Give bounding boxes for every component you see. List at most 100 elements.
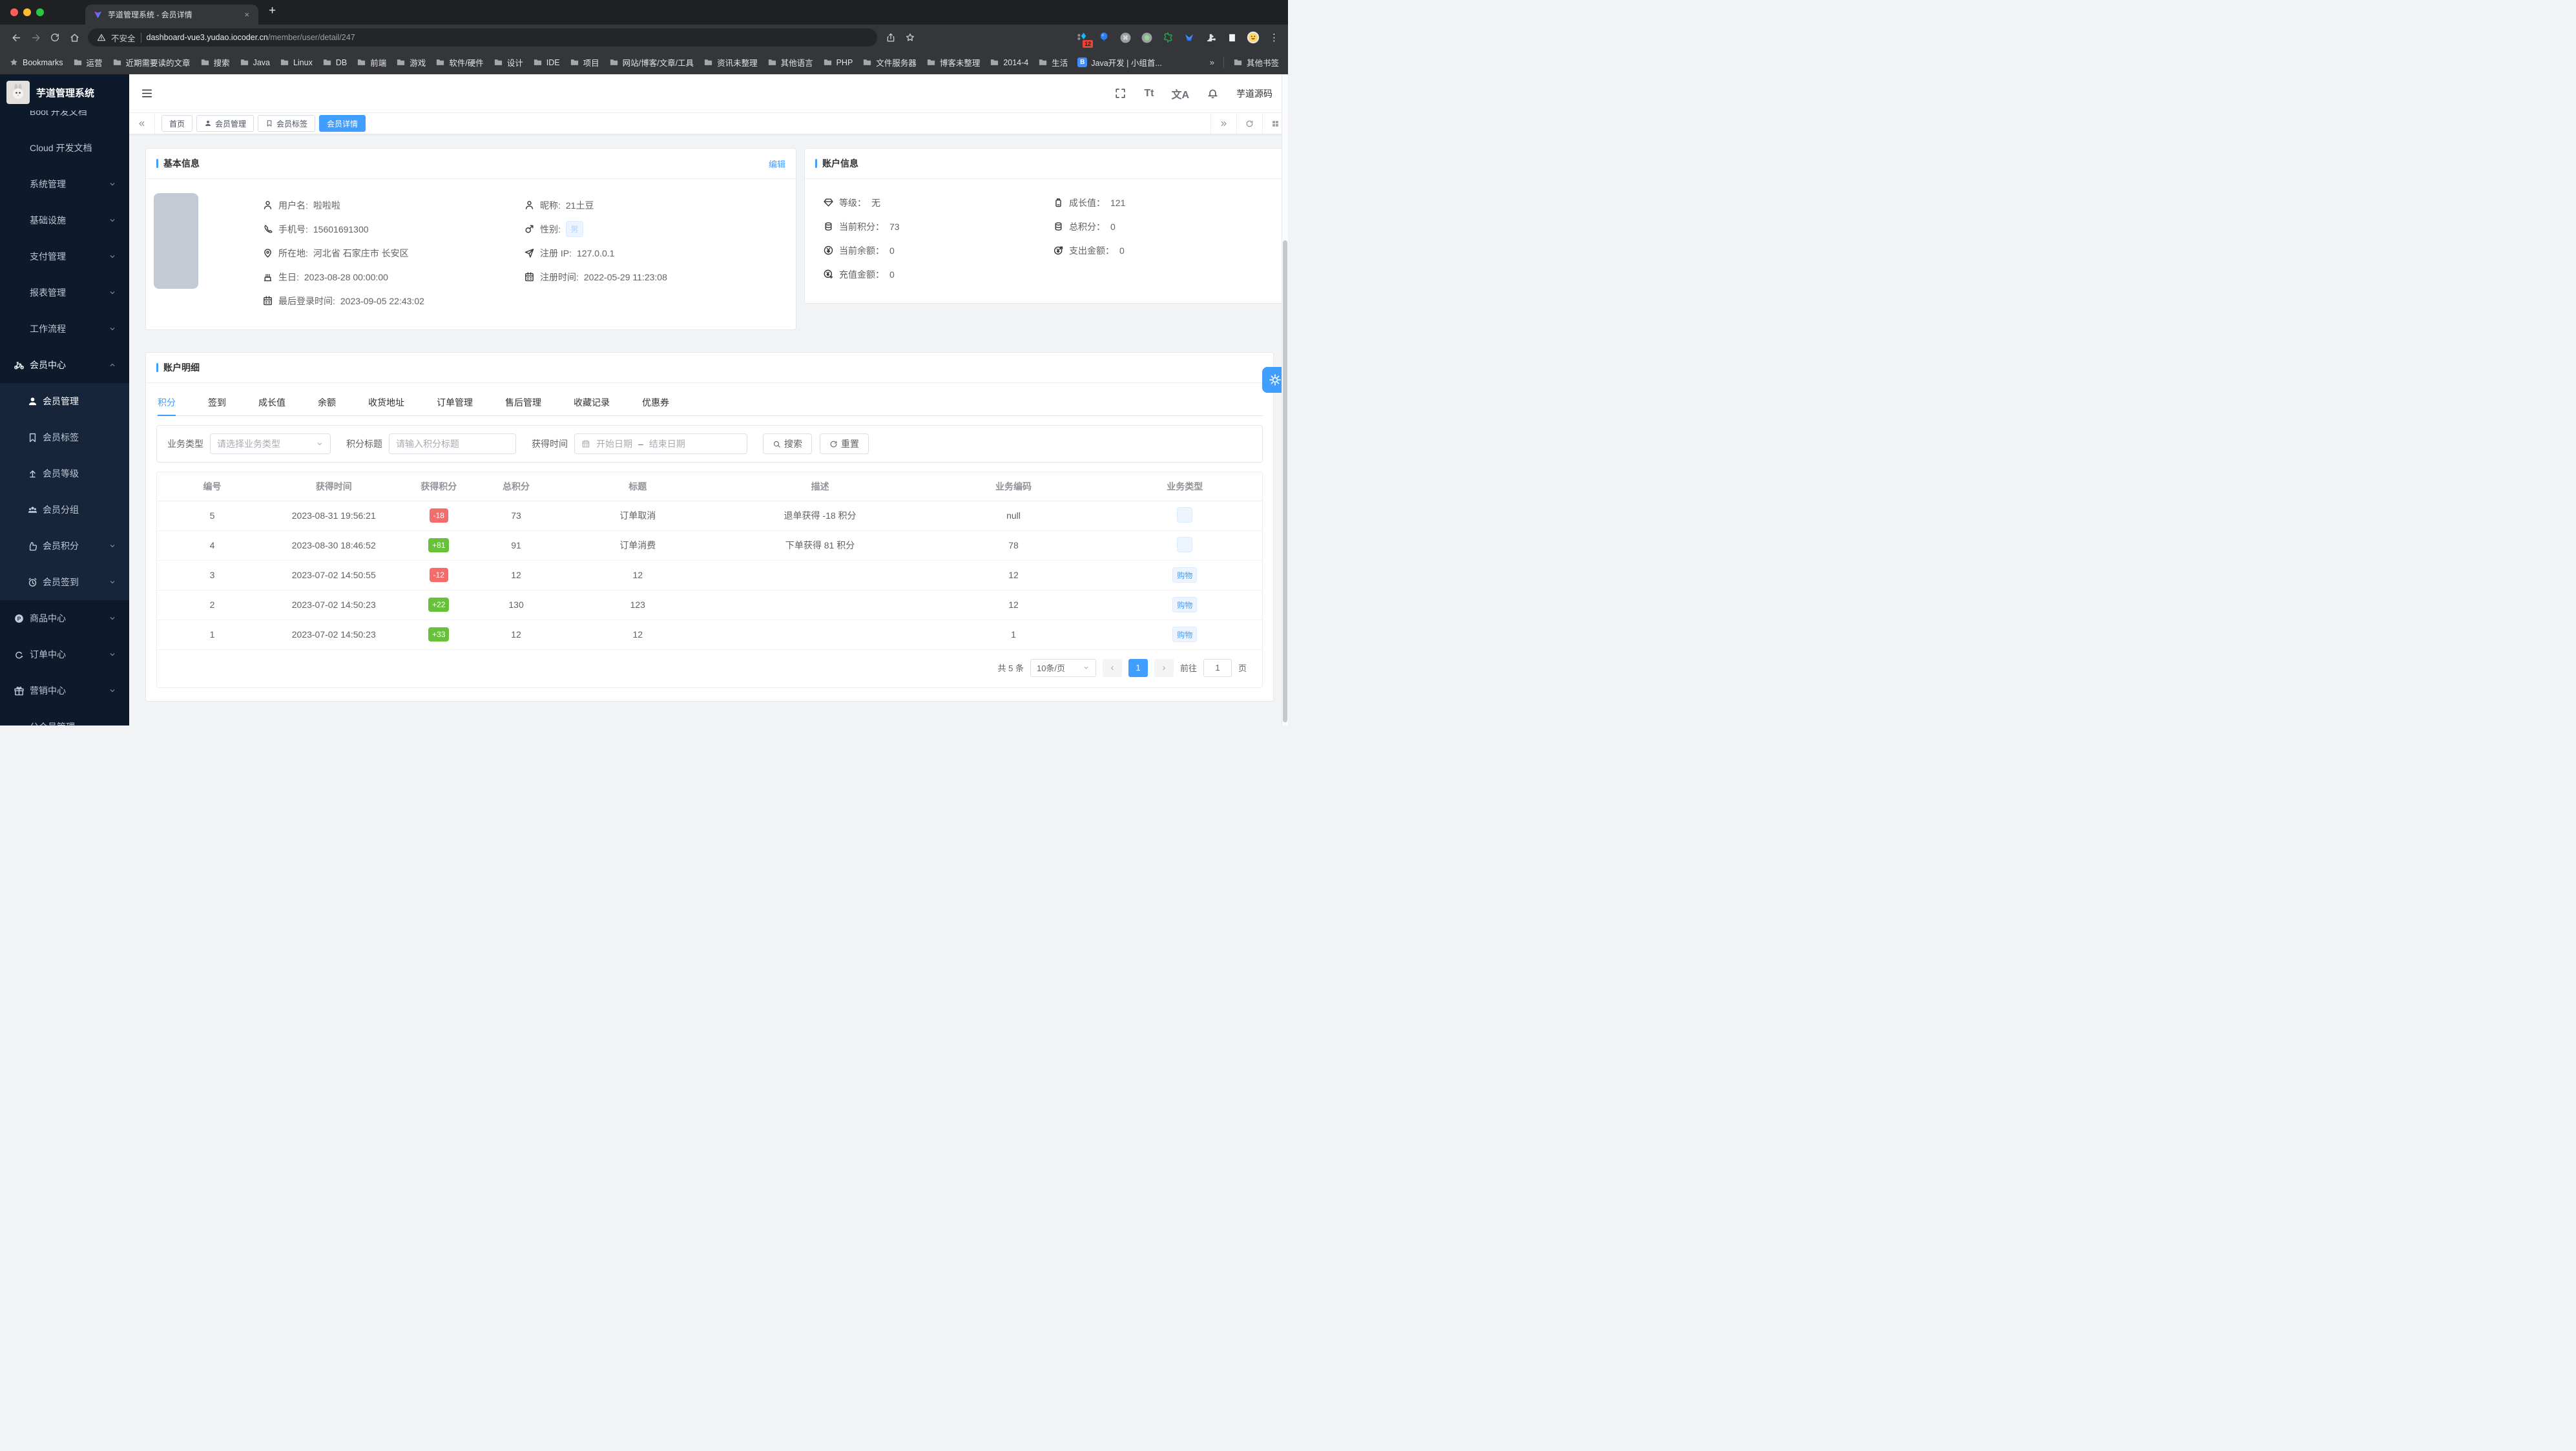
sidebar-item[interactable]: 营销中心 [0,673,129,709]
bookmark-item[interactable]: 游戏 [396,56,426,68]
extension-vue-icon[interactable] [1183,31,1196,44]
fullscreen-icon[interactable] [1114,87,1127,99]
business-type-select[interactable]: 请选择业务类型 [210,433,331,454]
sidebar-item[interactable]: 会员等级 [0,455,129,492]
bookmark-item[interactable]: 项目 [570,56,599,68]
tabs-scroll-left-icon[interactable] [129,113,155,134]
detail-tab[interactable]: 收藏记录 [574,390,610,415]
home-icon[interactable] [65,28,84,47]
address-bar[interactable]: 不安全 dashboard-vue3.yudao.iocoder.cn/memb… [88,28,877,47]
bookmark-item[interactable]: 运营 [73,56,103,68]
back-icon[interactable] [6,28,26,47]
extension-star-icon[interactable] [1161,31,1174,44]
bookmark-item[interactable]: 其他语言 [767,56,813,68]
sidebar-item[interactable]: 会员标签 [0,419,129,455]
font-size-icon[interactable]: Tt [1144,88,1154,99]
detail-tab[interactable]: 售后管理 [505,390,541,415]
browser-tab[interactable]: 芋道管理系统 - 会员详情 × [85,5,258,25]
bookmark-item[interactable]: 生活 [1038,56,1068,68]
bookmark-star-icon[interactable] [900,28,920,47]
maximize-window-button[interactable] [36,8,44,16]
sidebar-item[interactable]: 工作流程 [0,311,129,347]
detail-tab[interactable]: 订单管理 [437,390,473,415]
detail-tab[interactable]: 收货地址 [368,390,404,415]
page-scrollbar[interactable] [1282,74,1288,725]
close-window-button[interactable] [10,8,18,16]
page-tab[interactable]: 首页 [161,115,193,132]
reload-icon[interactable] [45,28,65,47]
date-range-picker[interactable]: 开始日期 – 结束日期 [574,433,747,454]
new-tab-button[interactable]: + [269,4,276,18]
scrollbar-thumb[interactable] [1283,240,1287,722]
extension-command-icon[interactable]: ⌘ [1119,31,1132,44]
bookmarks-root[interactable]: Bookmarks [9,57,63,67]
current-page[interactable]: 1 [1128,658,1148,677]
page-size-select[interactable]: 10条/页 [1030,658,1096,677]
points-title-input[interactable] [389,433,516,454]
extension-frame-icon[interactable] [1225,31,1238,44]
prev-page-button[interactable]: ‹ [1102,658,1122,677]
page-tab[interactable]: 会员管理 [196,115,254,132]
bookmark-item[interactable]: Java [240,56,270,68]
language-icon[interactable]: 文A [1171,86,1189,101]
bookmark-item[interactable]: 博客未整理 [926,56,980,68]
sidebar-item[interactable]: 公众号管理 [0,709,129,725]
bookmarks-overflow-icon[interactable]: » [1210,57,1214,67]
search-button[interactable]: 搜索 [763,433,812,454]
sidebar-item[interactable]: 基础设施 [0,202,129,238]
sidebar-item[interactable]: 系统管理 [0,166,129,202]
bookmark-item[interactable]: Linux [280,56,313,68]
current-user[interactable]: 芋道源码 [1236,87,1272,100]
sidebar-item[interactable]: 报表管理 [0,275,129,311]
bookmark-item[interactable]: 近期需要读的文章 [112,56,191,68]
edit-button[interactable]: 编辑 [769,158,785,170]
app-logo-row[interactable]: 芋道管理系统 [0,74,129,110]
hamburger-icon[interactable] [141,87,153,99]
bookmark-item[interactable]: PHP [823,56,853,68]
extension-puzzle-icon[interactable] [1204,31,1217,44]
extension-json-icon[interactable]: 12 [1076,31,1093,48]
profile-avatar[interactable] [1247,31,1260,44]
goto-page-input[interactable] [1203,658,1232,677]
detail-tab[interactable]: 余额 [318,390,336,415]
sidebar-item[interactable]: 会员签到 [0,564,129,600]
bookmark-item[interactable]: 资讯未整理 [703,56,758,68]
sidebar-item[interactable]: 订单中心 [0,636,129,673]
next-page-button[interactable]: › [1154,658,1174,677]
detail-tab[interactable]: 成长值 [258,390,286,415]
tabs-scroll-right-icon[interactable] [1210,113,1236,134]
sidebar-item[interactable]: 支付管理 [0,238,129,275]
bookmark-item[interactable]: DB [322,56,347,68]
browser-menu-icon[interactable]: ⋮ [1268,32,1279,43]
sidebar-item[interactable]: 会员中心 [0,347,129,383]
tab-close-icon[interactable]: × [243,10,251,19]
bell-icon[interactable] [1207,87,1219,99]
detail-tab[interactable]: 签到 [208,390,226,415]
page-tab[interactable]: 会员详情 [319,115,366,132]
detail-tab[interactable]: 积分 [158,390,176,416]
minimize-window-button[interactable] [23,8,31,16]
extension-record-icon[interactable] [1140,31,1153,44]
bookmark-item[interactable]: B Java开发 | 小组首... [1077,56,1162,68]
detail-tab[interactable]: 优惠券 [642,390,669,415]
bookmark-item[interactable]: 搜索 [200,56,230,68]
bookmark-item[interactable]: 网站/博客/文章/工具 [609,56,694,68]
forward-icon[interactable] [26,28,45,47]
sidebar-item[interactable]: 商品中心 [0,600,129,636]
bookmark-item[interactable]: 设计 [493,56,523,68]
sidebar-item[interactable]: 会员积分 [0,528,129,564]
tabs-refresh-icon[interactable] [1236,113,1262,134]
bookmark-item[interactable]: IDE [533,56,560,68]
share-icon[interactable] [881,28,900,47]
sidebar-item[interactable]: 会员管理 [0,383,129,419]
sidebar-item[interactable]: Cloud 开发文档 [0,130,129,166]
page-tab[interactable]: 会员标签 [258,115,316,132]
bookmark-item[interactable]: 软件/硬件 [435,56,484,68]
reset-button[interactable]: 重置 [820,433,869,454]
extension-balloon-icon[interactable] [1097,31,1110,44]
bookmark-item[interactable]: 文件服务器 [862,56,917,68]
sidebar-item[interactable]: 会员分组 [0,492,129,528]
other-bookmarks[interactable]: 其他书签 [1233,56,1279,68]
bookmark-item[interactable]: 2014-4 [990,56,1028,68]
bookmark-item[interactable]: 前端 [357,56,386,68]
